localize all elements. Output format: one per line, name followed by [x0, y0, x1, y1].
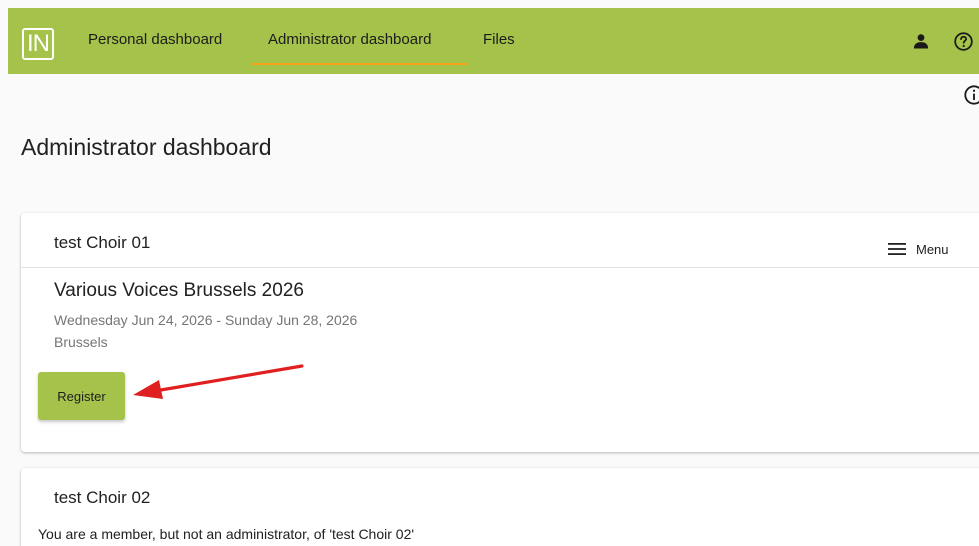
membership-message: You are a member, but not an administrat…: [38, 526, 415, 542]
page: IN Personal dashboard Administrator dash…: [0, 0, 979, 546]
menu-label: Menu: [916, 241, 949, 257]
active-tab-indicator: [251, 63, 467, 65]
info-icon[interactable]: [963, 84, 979, 111]
menu-icon: [888, 243, 906, 255]
user-icon[interactable]: [912, 32, 930, 55]
choir-card: test Choir 02 You are a member, but not …: [21, 468, 979, 546]
nav-personal-dashboard[interactable]: Personal dashboard: [88, 31, 222, 48]
app-logo[interactable]: IN: [22, 28, 54, 60]
choir-title: test Choir 01: [54, 233, 151, 252]
event-dates: Wednesday Jun 24, 2026 - Sunday Jun 28, …: [54, 312, 358, 328]
help-icon[interactable]: [953, 31, 974, 57]
nav-administrator-dashboard[interactable]: Administrator dashboard: [268, 31, 431, 48]
nav-files[interactable]: Files: [483, 31, 515, 48]
page-title: Administrator dashboard: [21, 134, 272, 160]
event-location: Brussels: [54, 334, 108, 350]
choir-card: test Choir 01 Menu Various Voices Brusse…: [21, 213, 979, 452]
annotation-arrow: [133, 364, 304, 399]
top-app-bar: IN Personal dashboard Administrator dash…: [8, 8, 979, 74]
card-divider: [21, 267, 979, 268]
register-button[interactable]: Register: [38, 372, 125, 420]
choir-title: test Choir 02: [54, 488, 151, 507]
event-title: Various Voices Brussels 2026: [54, 280, 304, 301]
menu-button[interactable]: Menu: [888, 239, 949, 259]
